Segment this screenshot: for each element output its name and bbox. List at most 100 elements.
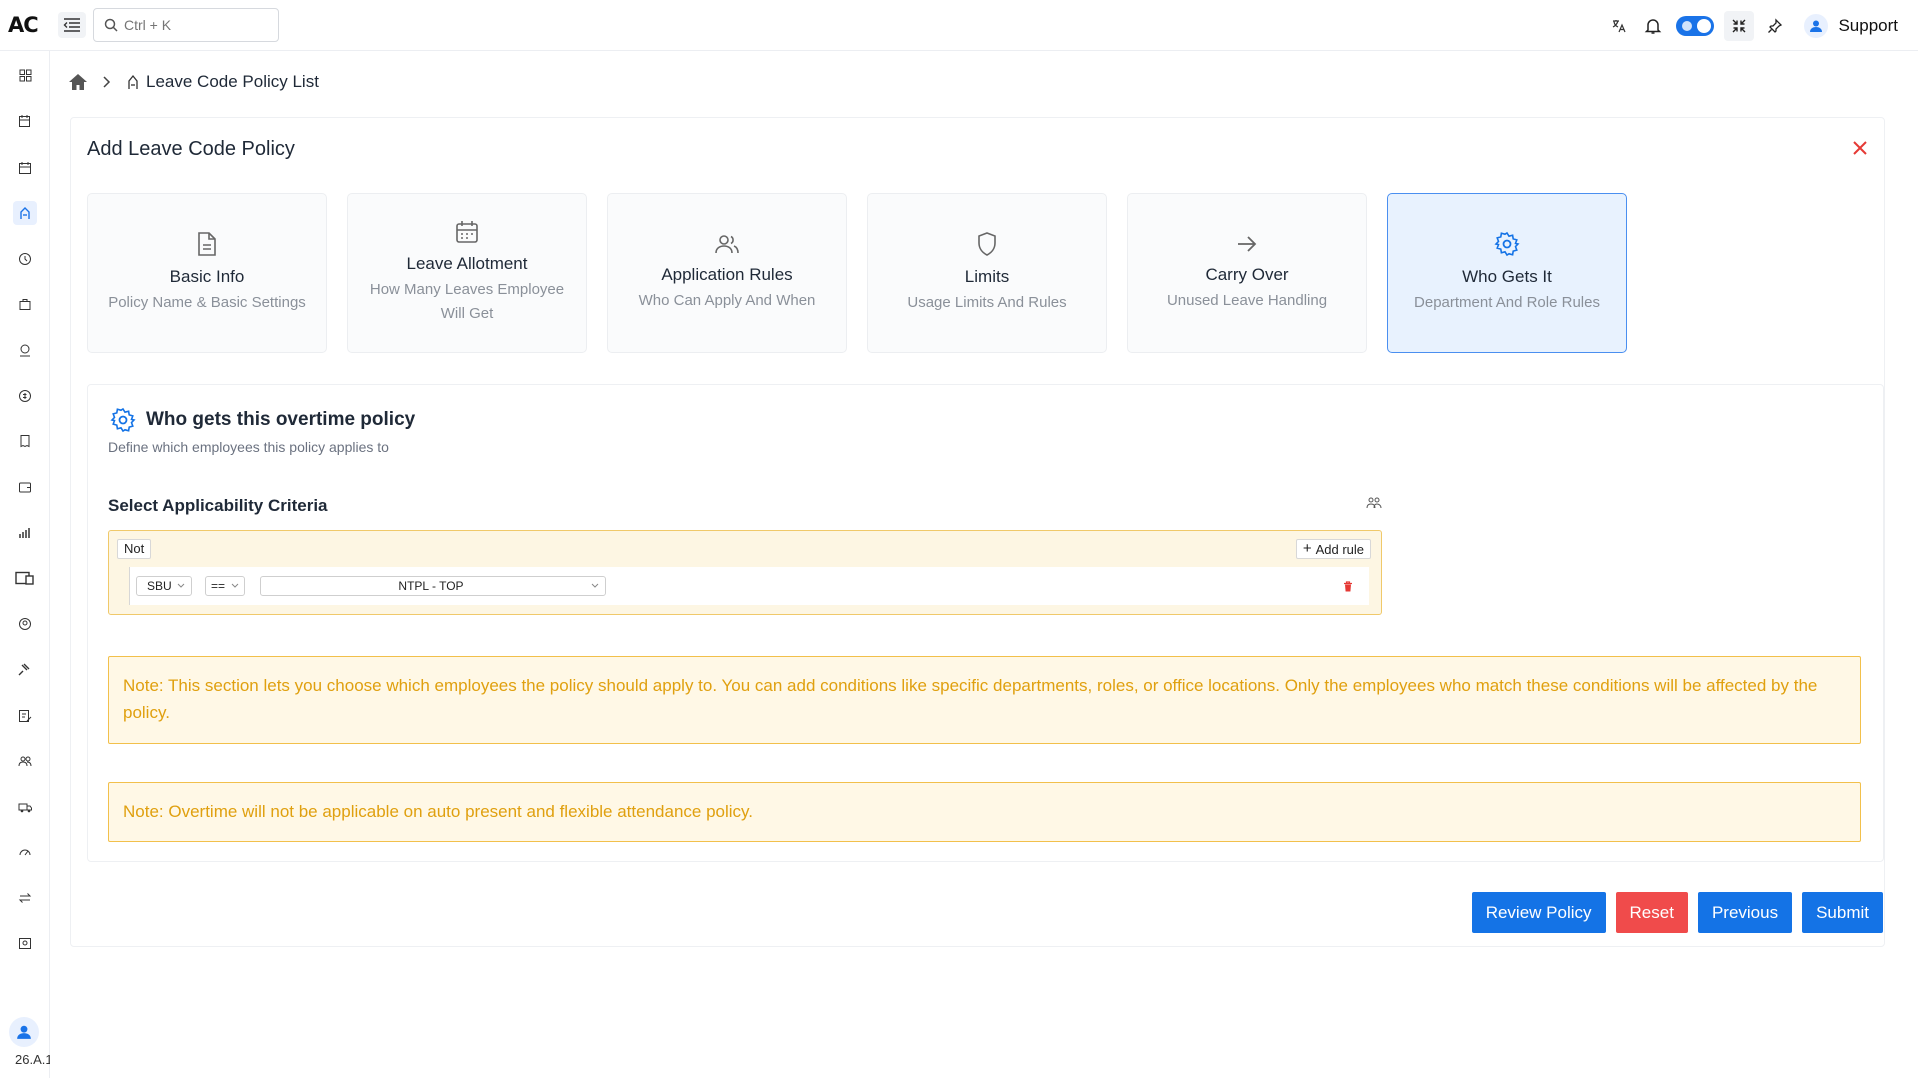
pin-icon bbox=[1768, 18, 1783, 33]
add-rule-label: Add rule bbox=[1315, 541, 1364, 557]
sidebar-item-training[interactable] bbox=[13, 932, 37, 956]
overtime-note: Note: Overtime will not be applicable on… bbox=[108, 782, 1861, 842]
gear-icon bbox=[1494, 231, 1520, 257]
toggle-indicator bbox=[1682, 21, 1693, 31]
step-basic-info[interactable]: Basic Info Policy Name & Basic Settings bbox=[87, 193, 327, 353]
step-subtitle: Usage Limits And Rules bbox=[907, 294, 1067, 311]
gauge-icon bbox=[19, 849, 31, 856]
sidebar-item-finance[interactable] bbox=[13, 384, 37, 408]
support-label: Support bbox=[1838, 16, 1898, 35]
user-icon bbox=[17, 1025, 31, 1039]
analytics-icon bbox=[19, 528, 30, 538]
sidebar-item-transfers[interactable] bbox=[13, 886, 37, 910]
bell-icon bbox=[1645, 19, 1662, 34]
employee-group-button[interactable] bbox=[1366, 496, 1382, 515]
sidebar-item-wallet[interactable] bbox=[13, 475, 37, 499]
close-button[interactable] bbox=[1850, 138, 1870, 158]
step-carry-over[interactable]: Carry Over Unused Leave Handling bbox=[1127, 193, 1367, 353]
briefcase-icon bbox=[19, 299, 31, 310]
submit-button[interactable]: Submit bbox=[1802, 892, 1883, 933]
pin-button[interactable] bbox=[1758, 10, 1792, 42]
applicability-section: Who gets this overtime policy Define whi… bbox=[87, 384, 1884, 862]
calendar-icon bbox=[19, 162, 31, 174]
rule-value: NTPL - TOP bbox=[398, 579, 464, 593]
previous-button[interactable]: Previous bbox=[1697, 892, 1793, 933]
coins-icon bbox=[19, 390, 31, 402]
menu-collapse-icon bbox=[63, 18, 80, 32]
delete-rule-button[interactable] bbox=[1343, 579, 1353, 597]
step-limits[interactable]: Limits Usage Limits And Rules bbox=[867, 193, 1107, 353]
sidebar-item-time[interactable] bbox=[13, 247, 37, 271]
sidebar-item-payroll[interactable] bbox=[13, 338, 37, 362]
rule-operator-select[interactable]: == bbox=[205, 576, 245, 596]
rule-value-select[interactable]: NTPL - TOP bbox=[260, 576, 606, 596]
step-title: Basic Info bbox=[169, 267, 245, 286]
step-tabs: Basic Info Policy Name & Basic Settings … bbox=[87, 193, 1627, 353]
sidebar-item-calendar[interactable] bbox=[13, 156, 37, 180]
add-rule-button[interactable]: + Add rule bbox=[1295, 539, 1371, 559]
theme-toggle[interactable] bbox=[1676, 16, 1715, 36]
sidebar-user-avatar[interactable] bbox=[9, 1017, 39, 1047]
translate-button[interactable] bbox=[1602, 10, 1636, 42]
step-who-gets-it[interactable]: Who Gets It Department And Role Rules bbox=[1387, 193, 1627, 353]
users-group-icon bbox=[1366, 497, 1382, 509]
section-header: Who gets this overtime policy bbox=[110, 407, 415, 433]
fullscreen-icon bbox=[1732, 19, 1746, 33]
leave-icon bbox=[20, 207, 30, 219]
leave-icon bbox=[128, 74, 138, 89]
top-right-actions: Support bbox=[1602, 10, 1898, 42]
users-icon bbox=[714, 233, 740, 255]
app-logo[interactable]: AC bbox=[8, 13, 39, 37]
sidebar: 26.A.1 bbox=[0, 51, 50, 1078]
close-icon bbox=[1853, 141, 1867, 155]
sidebar-item-legal[interactable] bbox=[13, 658, 37, 682]
menu-toggle-button[interactable] bbox=[58, 12, 86, 38]
plus-icon: + bbox=[1302, 540, 1312, 557]
section-title: Who gets this overtime policy bbox=[146, 409, 416, 430]
shield-icon bbox=[976, 231, 998, 257]
sidebar-item-dashboard[interactable] bbox=[13, 63, 37, 87]
criteria-label: Select Applicability Criteria bbox=[108, 496, 328, 515]
rule-field-select[interactable]: SBU bbox=[136, 576, 192, 596]
calendar-icon bbox=[455, 220, 479, 244]
support-menu[interactable]: Support bbox=[1804, 14, 1898, 38]
sidebar-item-analytics[interactable] bbox=[13, 521, 37, 545]
sidebar-item-reports[interactable] bbox=[13, 429, 37, 453]
sidebar-item-teams[interactable] bbox=[13, 749, 37, 773]
sidebar-item-performance[interactable] bbox=[13, 840, 37, 864]
sidebar-item-profile[interactable] bbox=[13, 612, 37, 636]
page-title: Add Leave Code Policy bbox=[87, 138, 295, 160]
top-bar: AC Support bbox=[0, 0, 1918, 51]
sidebar-item-assets[interactable] bbox=[13, 795, 37, 819]
search-box[interactable] bbox=[93, 8, 279, 42]
step-title: Application Rules bbox=[661, 265, 793, 284]
presentation-icon bbox=[19, 938, 31, 949]
sidebar-item-jobs[interactable] bbox=[13, 292, 37, 316]
breadcrumb-current-label: Leave Code Policy List bbox=[146, 72, 319, 91]
step-leave-allotment[interactable]: Leave Allotment How Many Leaves Employee… bbox=[347, 193, 587, 353]
step-subtitle: Department And Role Rules bbox=[1414, 294, 1600, 311]
step-subtitle: Unused Leave Handling bbox=[1166, 292, 1328, 309]
grid-icon bbox=[19, 69, 31, 81]
gear-icon bbox=[110, 407, 136, 433]
search-input[interactable] bbox=[124, 17, 264, 33]
sidebar-item-tasks[interactable] bbox=[13, 109, 37, 133]
step-title: Leave Allotment bbox=[406, 254, 528, 273]
fullscreen-button[interactable] bbox=[1724, 11, 1755, 41]
toggle-knob bbox=[1697, 19, 1712, 33]
not-toggle-button[interactable]: Not bbox=[117, 539, 152, 559]
trash-icon bbox=[1344, 581, 1352, 592]
sidebar-item-devices[interactable] bbox=[13, 566, 37, 590]
version-label: 26.A.1 bbox=[15, 1052, 50, 1067]
sidebar-item-forms[interactable] bbox=[13, 704, 37, 728]
review-policy-button[interactable]: Review Policy bbox=[1471, 892, 1606, 933]
form-edit-icon bbox=[19, 710, 32, 722]
home-icon[interactable] bbox=[68, 73, 88, 91]
gavel-icon bbox=[18, 663, 30, 676]
step-application-rules[interactable]: Application Rules Who Can Apply And When bbox=[607, 193, 847, 353]
reset-button[interactable]: Reset bbox=[1615, 892, 1688, 933]
sidebar-item-leave[interactable] bbox=[13, 201, 37, 225]
document-icon bbox=[196, 231, 218, 257]
team-icon bbox=[18, 756, 32, 767]
notifications-button[interactable] bbox=[1636, 10, 1670, 42]
